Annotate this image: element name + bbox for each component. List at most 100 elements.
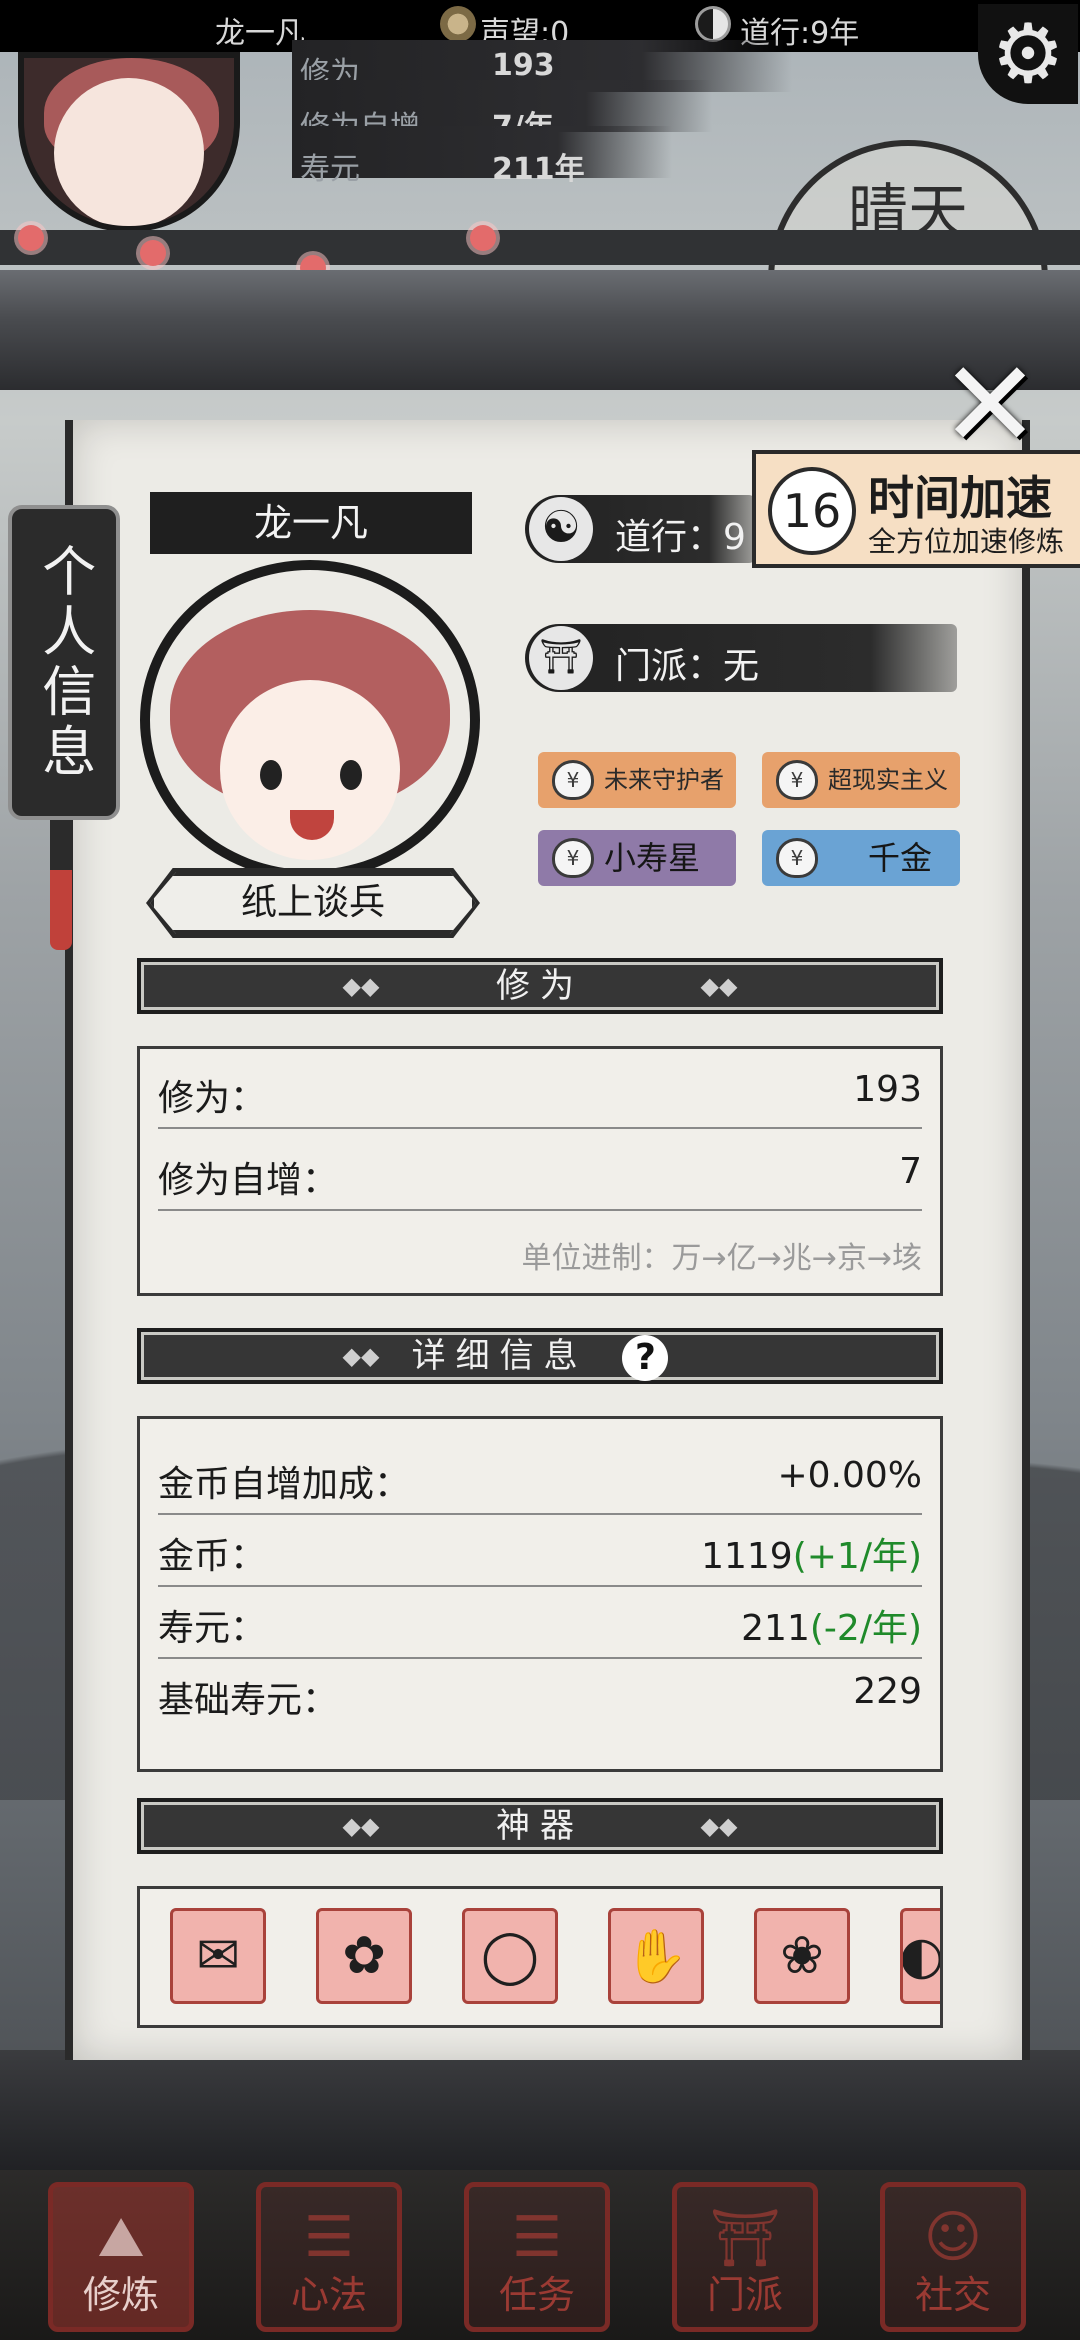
dao-stat: ☯ 道行：9 [525, 495, 755, 563]
trait-tag-label: 千金 [868, 839, 933, 877]
stat-label: 金币： [158, 1536, 267, 1577]
portrait-eye [260, 760, 282, 790]
stat-row-partial [158, 1416, 922, 1419]
stat-value: 193 [853, 1069, 922, 1110]
nav-label: 任务 [498, 2273, 575, 2317]
trait-tag[interactable]: ¥ 小寿星 [538, 830, 736, 886]
stat-row: 基础寿元： 229 [158, 1651, 922, 1731]
bag-icon: ¥ [776, 760, 818, 800]
stat-value: 1119(+1/年) [701, 1527, 922, 1579]
header-row-value: 211年 [492, 152, 585, 187]
stat-label: 修为自增： [158, 1160, 339, 1201]
stat-number: +0.00% [777, 1455, 922, 1496]
trait-tag-label: 超现实主义 [828, 766, 948, 794]
fan-icon[interactable]: ✿ [316, 1908, 412, 2004]
header-row-label: 寿元 [300, 152, 360, 187]
stat-value: 7 [899, 1151, 922, 1192]
speedup-title: 时间加速 [868, 471, 1052, 525]
header-row-lifespan: 寿元 211年 [292, 126, 672, 187]
stat-label: 基础寿元： [158, 1680, 339, 1721]
stat-label: 金币自增加成： [158, 1464, 411, 1505]
stat-number: 1119 [701, 1536, 793, 1577]
coin-icon [440, 6, 476, 42]
bag-icon: ¥ [552, 760, 594, 800]
close-icon[interactable]: ✕ [930, 336, 1050, 475]
speedup-count: 16 [768, 467, 856, 555]
trait-tag-label: 小寿星 [604, 839, 701, 877]
nav-social[interactable]: ☺ 社交 [880, 2182, 1026, 2332]
character-name: 龙一凡 [150, 492, 472, 554]
stat-number: 229 [853, 1671, 922, 1712]
stat-rate: (+1/年) [792, 1536, 922, 1577]
character-portrait[interactable] [140, 560, 480, 880]
trait-tag[interactable]: ¥ 未来守护者 [538, 752, 736, 808]
blossom-icon [140, 240, 166, 266]
roof-eave [0, 270, 1080, 390]
stat-label: 修为： [158, 1078, 267, 1119]
bag-icon: ¥ [552, 838, 594, 878]
nav-technique[interactable]: ☰ 心法 [256, 2182, 402, 2332]
cultivation-box: 修为： 193 修为自增： 7 单位进制：万→亿→兆→京→垓 [137, 1046, 943, 1296]
mirror-icon[interactable]: ◐ [900, 1908, 940, 2004]
nav-label: 社交 [914, 2273, 991, 2317]
help-icon[interactable]: ? [622, 1334, 669, 1381]
stat-row: 寿元： 211(-2/年) [158, 1579, 922, 1659]
stat-row: 金币： 1119(+1/年) [158, 1507, 922, 1587]
section-header-details: ◆◆ 详细信息 ? [137, 1328, 943, 1384]
trait-tag[interactable]: ¥ 超现实主义 [762, 752, 960, 808]
unit-note: 单位进制：万→亿→兆→京→垓 [521, 1241, 922, 1276]
sect-stat: ⛩ 门派：无 [525, 624, 957, 692]
gear-icon[interactable]: ⚙ [978, 4, 1078, 104]
avatar-face [54, 78, 204, 226]
scroll-icon: ☰ [511, 2205, 563, 2270]
diamond-ornament-icon: ◆◆ [342, 1342, 380, 1370]
nav-tasks[interactable]: ☰ 任务 [464, 2182, 610, 2332]
stat-value: 229 [853, 1671, 922, 1712]
trait-tag-label: 未来守护者 [604, 766, 724, 794]
stat-value: +0.00% [777, 1455, 922, 1496]
gauntlet-icon[interactable]: ✋ [608, 1908, 704, 2004]
portrait-eye [340, 760, 362, 790]
diamond-ornament-icon: ◆◆ [342, 972, 380, 1000]
pavilion-icon: ⛩ [529, 626, 593, 690]
diamond-ornament-icon: ◆◆ [700, 972, 738, 1000]
header-row-value: 193 [492, 48, 555, 83]
details-box[interactable]: 金币自增加成： +0.00% 金币： 1119(+1/年) 寿元： 211(-2… [137, 1416, 943, 1772]
stat-rate: (-2/年) [809, 1608, 922, 1649]
nav-sect[interactable]: ⛩ 门派 [672, 2182, 818, 2332]
side-tab-personal-info[interactable]: 个人信息 [8, 505, 120, 820]
nav-label: 门派 [706, 2273, 783, 2317]
yin-yang-icon [695, 6, 731, 42]
speedup-subtitle: 全方位加速修炼 [868, 525, 1065, 558]
yin-yang-icon: ☯ [529, 497, 593, 561]
people-icon: ☺ [923, 2205, 983, 2270]
diamond-ornament-icon: ◆◆ [342, 1812, 380, 1840]
roof-bottom [0, 2050, 1080, 2190]
trait-tag[interactable]: ¥ 千金 [762, 830, 960, 886]
section-header-cultivation: ◆◆ 修为 ◆◆ [137, 958, 943, 1014]
section-title: 修为 [496, 966, 584, 1006]
sect-stat-value: 门派：无 [615, 646, 760, 687]
stat-number: 211 [741, 1608, 810, 1649]
time-speedup-button[interactable]: 16 时间加速 全方位加速修炼 [752, 450, 1080, 568]
scroll-icon: ☰ [303, 2205, 355, 2270]
section-title: 神器 [496, 1806, 584, 1846]
gate-icon: ⛩ [709, 2206, 781, 2271]
nav-label: 修炼 [82, 2273, 159, 2317]
section-title: 详细信息 [411, 1336, 588, 1376]
bracelet-icon[interactable]: ◯ [462, 1908, 558, 2004]
pouch-icon[interactable]: ✉ [170, 1908, 266, 2004]
tassel-decoration [50, 820, 72, 950]
stat-label: 寿元： [158, 1608, 267, 1649]
blossom-icon [18, 225, 44, 251]
bonsai-icon[interactable]: ❀ [754, 1908, 850, 2004]
stat-value: 211(-2/年) [741, 1599, 922, 1651]
nav-cultivate[interactable]: ⛰ 修炼 [48, 2182, 194, 2332]
title-badge[interactable]: 纸上谈兵 [150, 872, 476, 934]
mountain-icon: ⛰ [97, 2205, 145, 2270]
dao-stat-value: 道行：9 [615, 517, 746, 558]
stat-row: 修为自增： 7 [158, 1131, 922, 1211]
blossom-icon [470, 225, 496, 251]
nav-label: 心法 [290, 2273, 367, 2317]
diamond-ornament-icon: ◆◆ [700, 1812, 738, 1840]
